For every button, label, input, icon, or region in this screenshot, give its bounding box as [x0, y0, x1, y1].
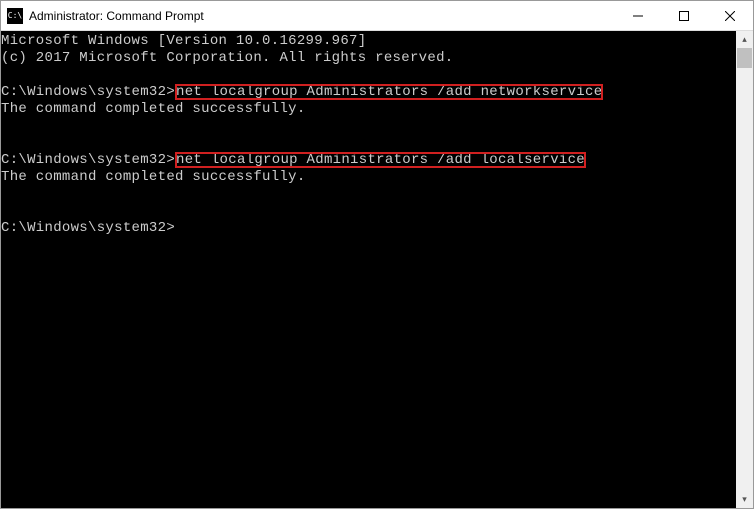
- window-title: Administrator: Command Prompt: [29, 9, 615, 23]
- response-2: The command completed successfully.: [1, 169, 306, 185]
- scroll-down-arrow[interactable]: ▾: [736, 491, 753, 508]
- highlighted-command-2: net localgroup Administrators /add local…: [175, 152, 586, 168]
- scroll-up-arrow[interactable]: ▴: [736, 31, 753, 48]
- terminal-area: Microsoft Windows [Version 10.0.16299.96…: [1, 31, 753, 508]
- prompt-prefix: C:\Windows\system32>: [1, 152, 175, 168]
- minimize-button[interactable]: [615, 1, 661, 30]
- vertical-scrollbar[interactable]: ▴ ▾: [736, 31, 753, 508]
- version-line: Microsoft Windows [Version 10.0.16299.96…: [1, 33, 366, 49]
- copyright-line: (c) 2017 Microsoft Corporation. All righ…: [1, 50, 453, 66]
- command-prompt-window: C:\ Administrator: Command Prompt Micros…: [0, 0, 754, 509]
- prompt-cursor: C:\Windows\system32>: [1, 220, 175, 236]
- maximize-button[interactable]: [661, 1, 707, 30]
- window-controls: [615, 1, 753, 30]
- response-1: The command completed successfully.: [1, 101, 306, 117]
- prompt-prefix: C:\Windows\system32>: [1, 84, 175, 100]
- scroll-track[interactable]: [736, 48, 753, 491]
- terminal-output[interactable]: Microsoft Windows [Version 10.0.16299.96…: [1, 31, 736, 508]
- scroll-thumb[interactable]: [737, 48, 752, 68]
- titlebar[interactable]: C:\ Administrator: Command Prompt: [1, 1, 753, 31]
- highlighted-command-1: net localgroup Administrators /add netwo…: [175, 84, 603, 100]
- cmd-icon: C:\: [7, 8, 23, 24]
- close-button[interactable]: [707, 1, 753, 30]
